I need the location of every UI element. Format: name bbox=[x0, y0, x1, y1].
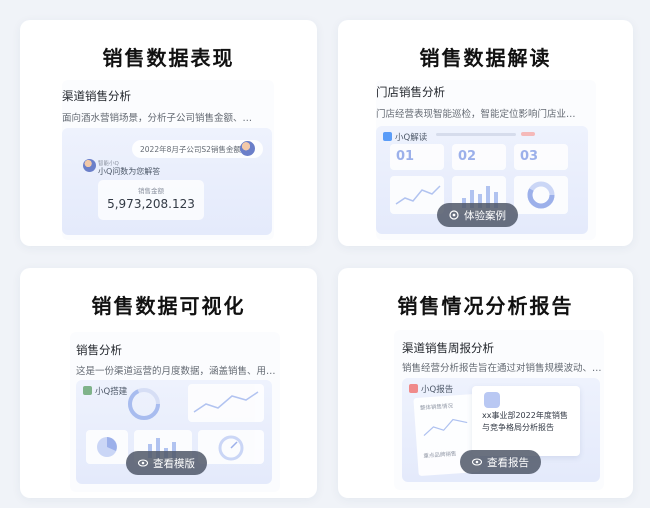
donut-chart-icon bbox=[527, 181, 555, 209]
card-title: 销售情况分析报告 bbox=[397, 294, 574, 318]
case-subtitle: 渠道销售分析 bbox=[62, 89, 131, 103]
preview-tag-label: 小Q解读 bbox=[395, 132, 428, 143]
case-subtitle: 销售分析 bbox=[76, 343, 122, 357]
eye-icon bbox=[472, 458, 482, 466]
view-report-button[interactable]: 查看报告 bbox=[460, 450, 541, 474]
donut-chart-tile bbox=[514, 176, 568, 214]
view-template-button[interactable]: 查看模版 bbox=[126, 451, 207, 475]
case-subtitle: 渠道销售周报分析 bbox=[402, 341, 494, 355]
preview-tag: 小Q报告 bbox=[406, 381, 458, 396]
case-preview: 小Q解读 01 02 03 体验案例 bbox=[376, 126, 588, 234]
kpi-number: 01 bbox=[396, 149, 415, 164]
doc-section-label: 重点品牌销售 bbox=[423, 451, 457, 460]
case-description: 面向酒水营销场景，分析子公司销售金额、… bbox=[62, 113, 253, 124]
case-subtitle: 门店销售分析 bbox=[376, 85, 445, 99]
query-text: 2022年8月子公司S2销售金额 bbox=[140, 144, 241, 154]
view-template-label: 查看模版 bbox=[153, 457, 195, 470]
case-panel[interactable]: 销售分析 这是一份渠道运营的月度数据，涵盖销售、用… 小Q搭建 查看模版 bbox=[70, 332, 280, 492]
assistant-avatar bbox=[83, 159, 96, 172]
document-icon bbox=[484, 392, 500, 408]
user-avatar bbox=[240, 141, 255, 156]
kpi-number: 03 bbox=[520, 149, 539, 164]
card-title: 销售数据表现 bbox=[102, 46, 235, 70]
build-icon bbox=[83, 386, 92, 395]
line-chart-icon bbox=[423, 418, 468, 437]
case-panel[interactable]: 渠道销售分析 面向酒水营销场景，分析子公司销售金额、… 2022年8月子公司S2… bbox=[62, 80, 274, 240]
card-sales-report[interactable]: 销售情况分析报告 渠道销售周报分析 销售经营分析报告旨在通过对销售规模波动、… … bbox=[338, 268, 633, 498]
grid-icon bbox=[383, 132, 392, 141]
case-preview: 小Q报告 整体销售情况 重点品牌销售 xx事业部2022年度销售与竞争格局分析报… bbox=[402, 378, 600, 482]
metric-card: 销售金额 5,973,208.123 bbox=[98, 180, 204, 220]
kpi-tile: 01 bbox=[390, 144, 444, 170]
kpi-number: 02 bbox=[458, 149, 477, 164]
line-chart-icon bbox=[395, 185, 441, 205]
highlight-bar bbox=[521, 132, 535, 136]
line-chart-tile bbox=[390, 176, 444, 214]
case-description: 销售经营分析报告旨在通过对销售规模波动、… bbox=[402, 363, 602, 374]
try-case-label: 体验案例 bbox=[464, 209, 506, 222]
card-title: 销售数据可视化 bbox=[91, 294, 246, 318]
eye-icon bbox=[138, 459, 148, 467]
metric-value: 5,973,208.123 bbox=[107, 197, 195, 211]
report-cover: xx事业部2022年度销售与竞争格局分析报告 bbox=[472, 386, 580, 456]
pie-chart-icon bbox=[97, 437, 117, 457]
case-preview: 2022年8月子公司S2销售金额 智能小Q 小Q问数为您解答 销售金额 5,97… bbox=[62, 128, 272, 235]
view-report-label: 查看报告 bbox=[487, 456, 529, 469]
ring-chart-icon bbox=[128, 388, 160, 420]
report-cover-title: xx事业部2022年度销售与竞争格局分析报告 bbox=[482, 411, 568, 432]
report-icon bbox=[409, 384, 418, 393]
play-circle-icon bbox=[449, 210, 459, 220]
card-sales-visualization[interactable]: 销售数据可视化 销售分析 这是一份渠道运营的月度数据，涵盖销售、用… 小Q搭建 bbox=[20, 268, 317, 498]
placeholder-bar bbox=[436, 133, 516, 136]
case-preview: 小Q搭建 查看模版 bbox=[76, 380, 272, 484]
preview-tag-label: 小Q报告 bbox=[421, 384, 454, 395]
assistant-reply: 小Q问数为您解答 bbox=[98, 167, 161, 176]
try-case-button[interactable]: 体验案例 bbox=[437, 203, 518, 227]
kpi-tile: 03 bbox=[514, 144, 568, 170]
gauge-chart-tile bbox=[198, 430, 264, 464]
case-panel[interactable]: 门店销售分析 门店经营表现智能巡检，智能定位影响门店业… 小Q解读 01 02 … bbox=[376, 80, 596, 240]
pie-chart-tile bbox=[86, 430, 128, 464]
case-description: 门店经营表现智能巡检，智能定位影响门店业… bbox=[376, 109, 576, 120]
metric-label: 销售金额 bbox=[138, 187, 164, 195]
card-title: 销售数据解读 bbox=[419, 46, 552, 70]
doc-section-label: 整体销售情况 bbox=[419, 403, 454, 412]
line-chart-tile bbox=[188, 384, 264, 422]
case-panel[interactable]: 渠道销售周报分析 销售经营分析报告旨在通过对销售规模波动、… 小Q报告 整体销售… bbox=[394, 330, 604, 490]
kpi-tile: 02 bbox=[452, 144, 506, 170]
gauge-chart-icon bbox=[218, 435, 244, 461]
card-sales-performance[interactable]: 销售数据表现 渠道销售分析 面向酒水营销场景，分析子公司销售金额、… 2022年… bbox=[20, 20, 317, 246]
area-chart-icon bbox=[193, 391, 259, 413]
card-sales-interpretation[interactable]: 销售数据解读 门店销售分析 门店经营表现智能巡检，智能定位影响门店业… 小Q解读… bbox=[338, 20, 633, 246]
preview-tag: 小Q解读 bbox=[380, 129, 432, 144]
case-description: 这是一份渠道运营的月度数据，涵盖销售、用… bbox=[76, 366, 276, 377]
preview-tag-label: 小Q搭建 bbox=[95, 386, 128, 397]
